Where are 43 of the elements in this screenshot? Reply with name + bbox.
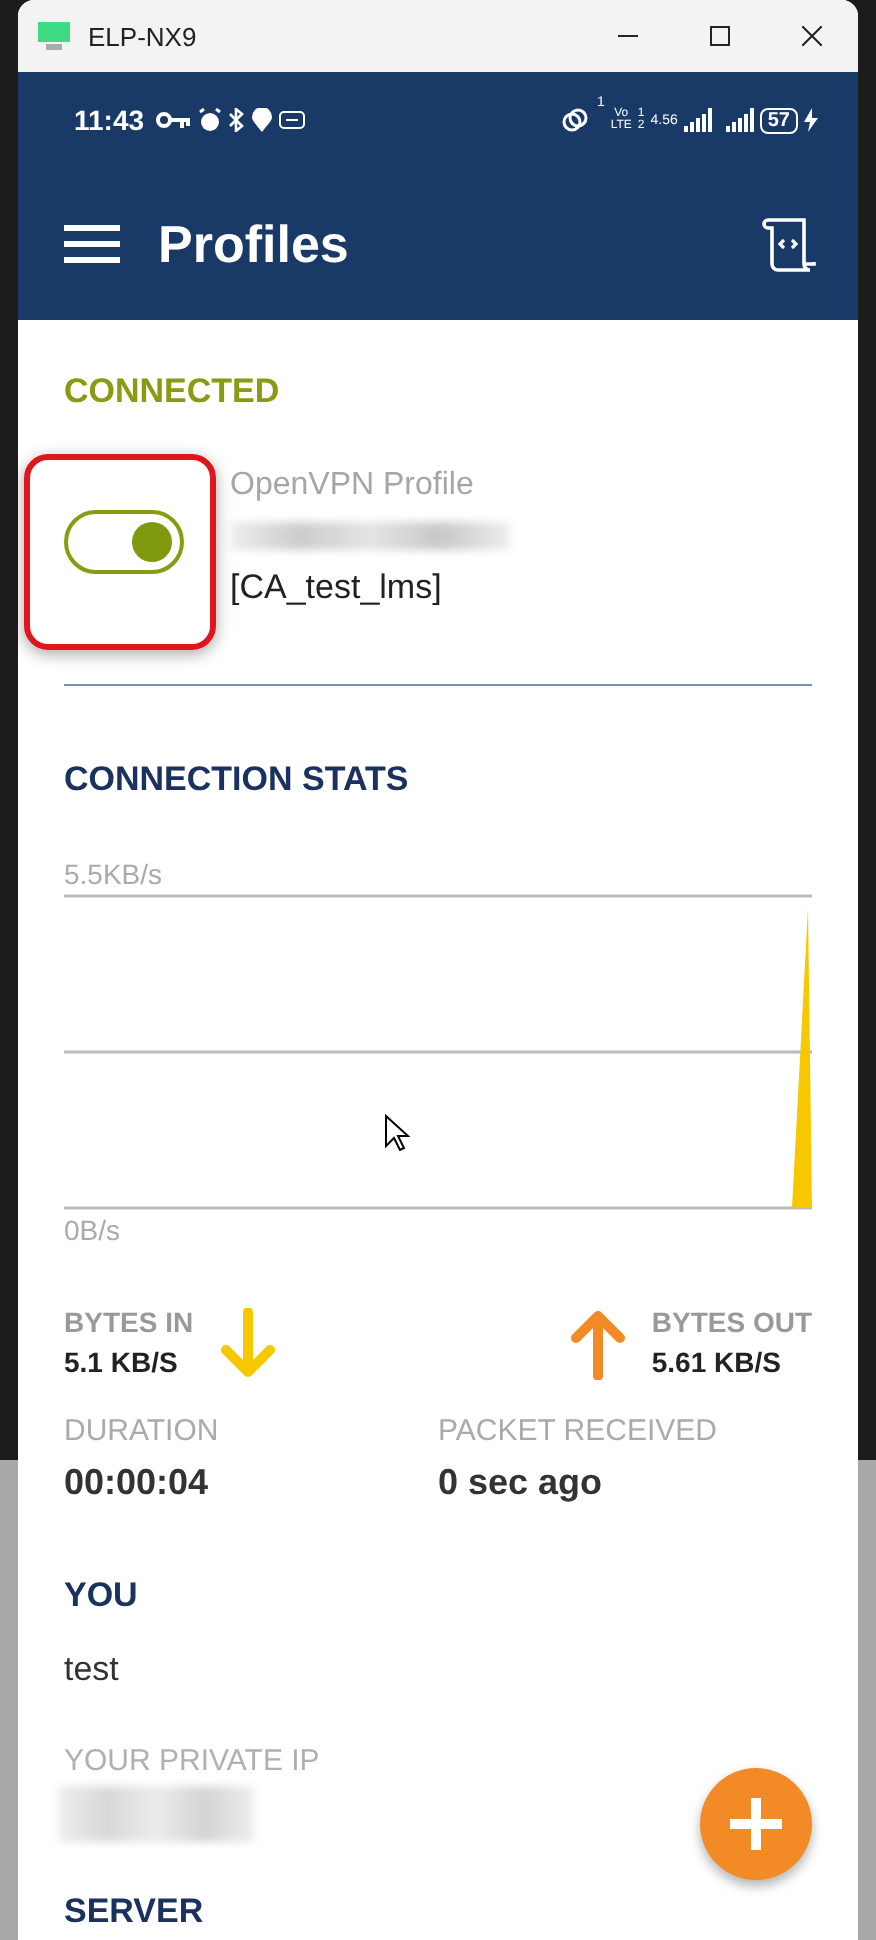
- app-icon: [38, 22, 70, 50]
- profile-type: OpenVPN Profile: [230, 466, 476, 506]
- axis-label: 5.5KB/s: [64, 856, 165, 892]
- window-title: ELP-NX9: [88, 21, 199, 51]
- stat-label: BYTES IN: [64, 1304, 194, 1340]
- section-heading: SERVER: [64, 1890, 206, 1934]
- clock-time: 11:43: [74, 104, 145, 136]
- stat-label: DURATION: [64, 1414, 221, 1450]
- location-icon: [252, 108, 273, 132]
- key-icon: [156, 108, 193, 132]
- scroll-code-icon: [762, 216, 818, 272]
- charging-icon: [804, 108, 818, 132]
- link-icon: [562, 108, 591, 132]
- bluetooth-icon: [228, 108, 247, 132]
- stat-value: 5.61 KB/S: [651, 1344, 783, 1382]
- mouse-cursor-icon: [384, 1114, 410, 1152]
- log-scroll-button[interactable]: [762, 216, 818, 272]
- close-icon: [802, 26, 822, 46]
- stat-value: 00:00:04: [64, 1460, 211, 1506]
- maximize-icon: [710, 26, 730, 46]
- axis-label: 0B/s: [64, 1212, 123, 1248]
- plus-icon: [726, 1794, 786, 1854]
- connection-toggle[interactable]: [64, 509, 184, 573]
- message-icon: [278, 108, 307, 132]
- stat-value: 0 sec ago: [438, 1460, 605, 1506]
- connection-status: CONNECTED: [64, 372, 282, 412]
- toolbar-title: Profiles: [158, 213, 351, 275]
- signal-icon: [683, 108, 712, 132]
- stat-label: PACKET RECEIVED: [438, 1414, 719, 1450]
- field-label: YOUR PRIVATE IP: [64, 1742, 322, 1782]
- alarm-icon: [198, 108, 223, 132]
- upload-arrow-icon: [567, 1308, 628, 1380]
- user-name: test: [64, 1648, 121, 1692]
- download-arrow-icon: [217, 1308, 278, 1380]
- section-heading: CONNECTION STATS: [64, 758, 411, 802]
- stat-label: BYTES OUT: [651, 1304, 812, 1340]
- menu-icon: [62, 222, 122, 266]
- signal-icon: [725, 108, 754, 132]
- stat-value: 5.1 KB/S: [64, 1344, 180, 1382]
- section-heading: YOU: [64, 1574, 140, 1618]
- profile-name: [CA_test_lms]: [230, 566, 444, 610]
- menu-button[interactable]: [62, 222, 122, 266]
- battery-level: 57: [759, 107, 798, 133]
